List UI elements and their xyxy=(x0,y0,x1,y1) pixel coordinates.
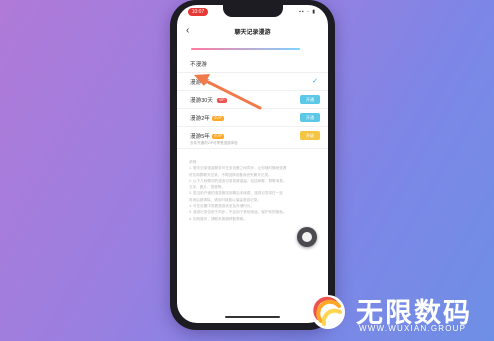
note-line: 说明： xyxy=(189,160,200,164)
svip-badge: SVIP xyxy=(212,134,224,139)
note-line: 3. 若当前开通的漫游服务到期后未续费，漫游记录将在一定 xyxy=(189,191,283,196)
title-underline xyxy=(191,48,300,50)
brand-url: WWW.WUXIAN.GROUP xyxy=(359,324,467,333)
note-line: 4. 可在设置中查看漫游状态及存储时长。 xyxy=(189,204,255,209)
annotation-arrow-icon xyxy=(194,74,262,110)
nav-bar: ‹ 聊天记录漫游 xyxy=(177,22,328,44)
option-label: 漫游5年 xyxy=(190,134,210,140)
note-line: 1. 聊天记录漫游服务可在多设备之间同步，让你随时随地查看 xyxy=(189,166,287,171)
check-icon: ✓ xyxy=(312,78,318,85)
page-title: 聊天记录漫游 xyxy=(234,30,271,36)
option-roam-5-years[interactable]: 漫游5年 SVIP 升级 去年开通内VIP可享受漫游体验 xyxy=(177,127,328,149)
phone-screen: 10:07 ▪▪ ◦ ▮ ‹ 聊天记录漫游 不漫游 漫游7天 ✓ 漫游30天 V… xyxy=(177,5,328,323)
roaming-notes: 说明： 1. 聊天记录漫游服务可在多设备之间同步，让你随时随地查看 好友和群聊天… xyxy=(189,160,316,223)
option-subtext: 去年开通内VIP可享受漫游体验 xyxy=(190,141,238,145)
note-line: 时间后被清除，请及时续费以保留漫游记录。 xyxy=(189,197,261,202)
svip-badge: SVIP xyxy=(212,116,224,121)
phone-notch xyxy=(223,5,283,17)
option-label: 漫游2年 xyxy=(190,116,210,122)
note-line: 6. 如有疑问，请联系客服获取帮助。 xyxy=(189,216,247,221)
phone-frame: 10:07 ▪▪ ◦ ▮ ‹ 聊天记录漫游 不漫游 漫游7天 ✓ 漫游30天 V… xyxy=(170,0,335,330)
assistive-touch-button[interactable] xyxy=(297,227,317,247)
upgrade-button[interactable]: 升级 xyxy=(300,131,320,140)
status-icons: ▪▪ ◦ ▮ xyxy=(299,9,316,15)
brand-logo-icon xyxy=(311,295,345,329)
option-label: 不漫游 xyxy=(190,62,207,68)
activate-button[interactable]: 开通 xyxy=(300,95,320,104)
note-line: 文字、图片、语音等。 xyxy=(189,185,225,190)
note-line: 2. 以下几种情况的漫游记录将被保留，包括单聊、群聊消息； xyxy=(189,178,287,183)
activate-button[interactable]: 开通 xyxy=(300,113,320,122)
note-line: 好友和群聊天记录，不再因换设备而丢失聊天记录。 xyxy=(189,172,272,177)
brand-watermark: 无限数码 WWW.WUXIAN.GROUP xyxy=(306,290,492,340)
status-time: 10:07 xyxy=(188,8,208,16)
home-indicator xyxy=(225,316,280,318)
note-line: 5. 漫游记录仅用于同步，不会用于其他用途，保护你的隐私。 xyxy=(189,210,287,215)
